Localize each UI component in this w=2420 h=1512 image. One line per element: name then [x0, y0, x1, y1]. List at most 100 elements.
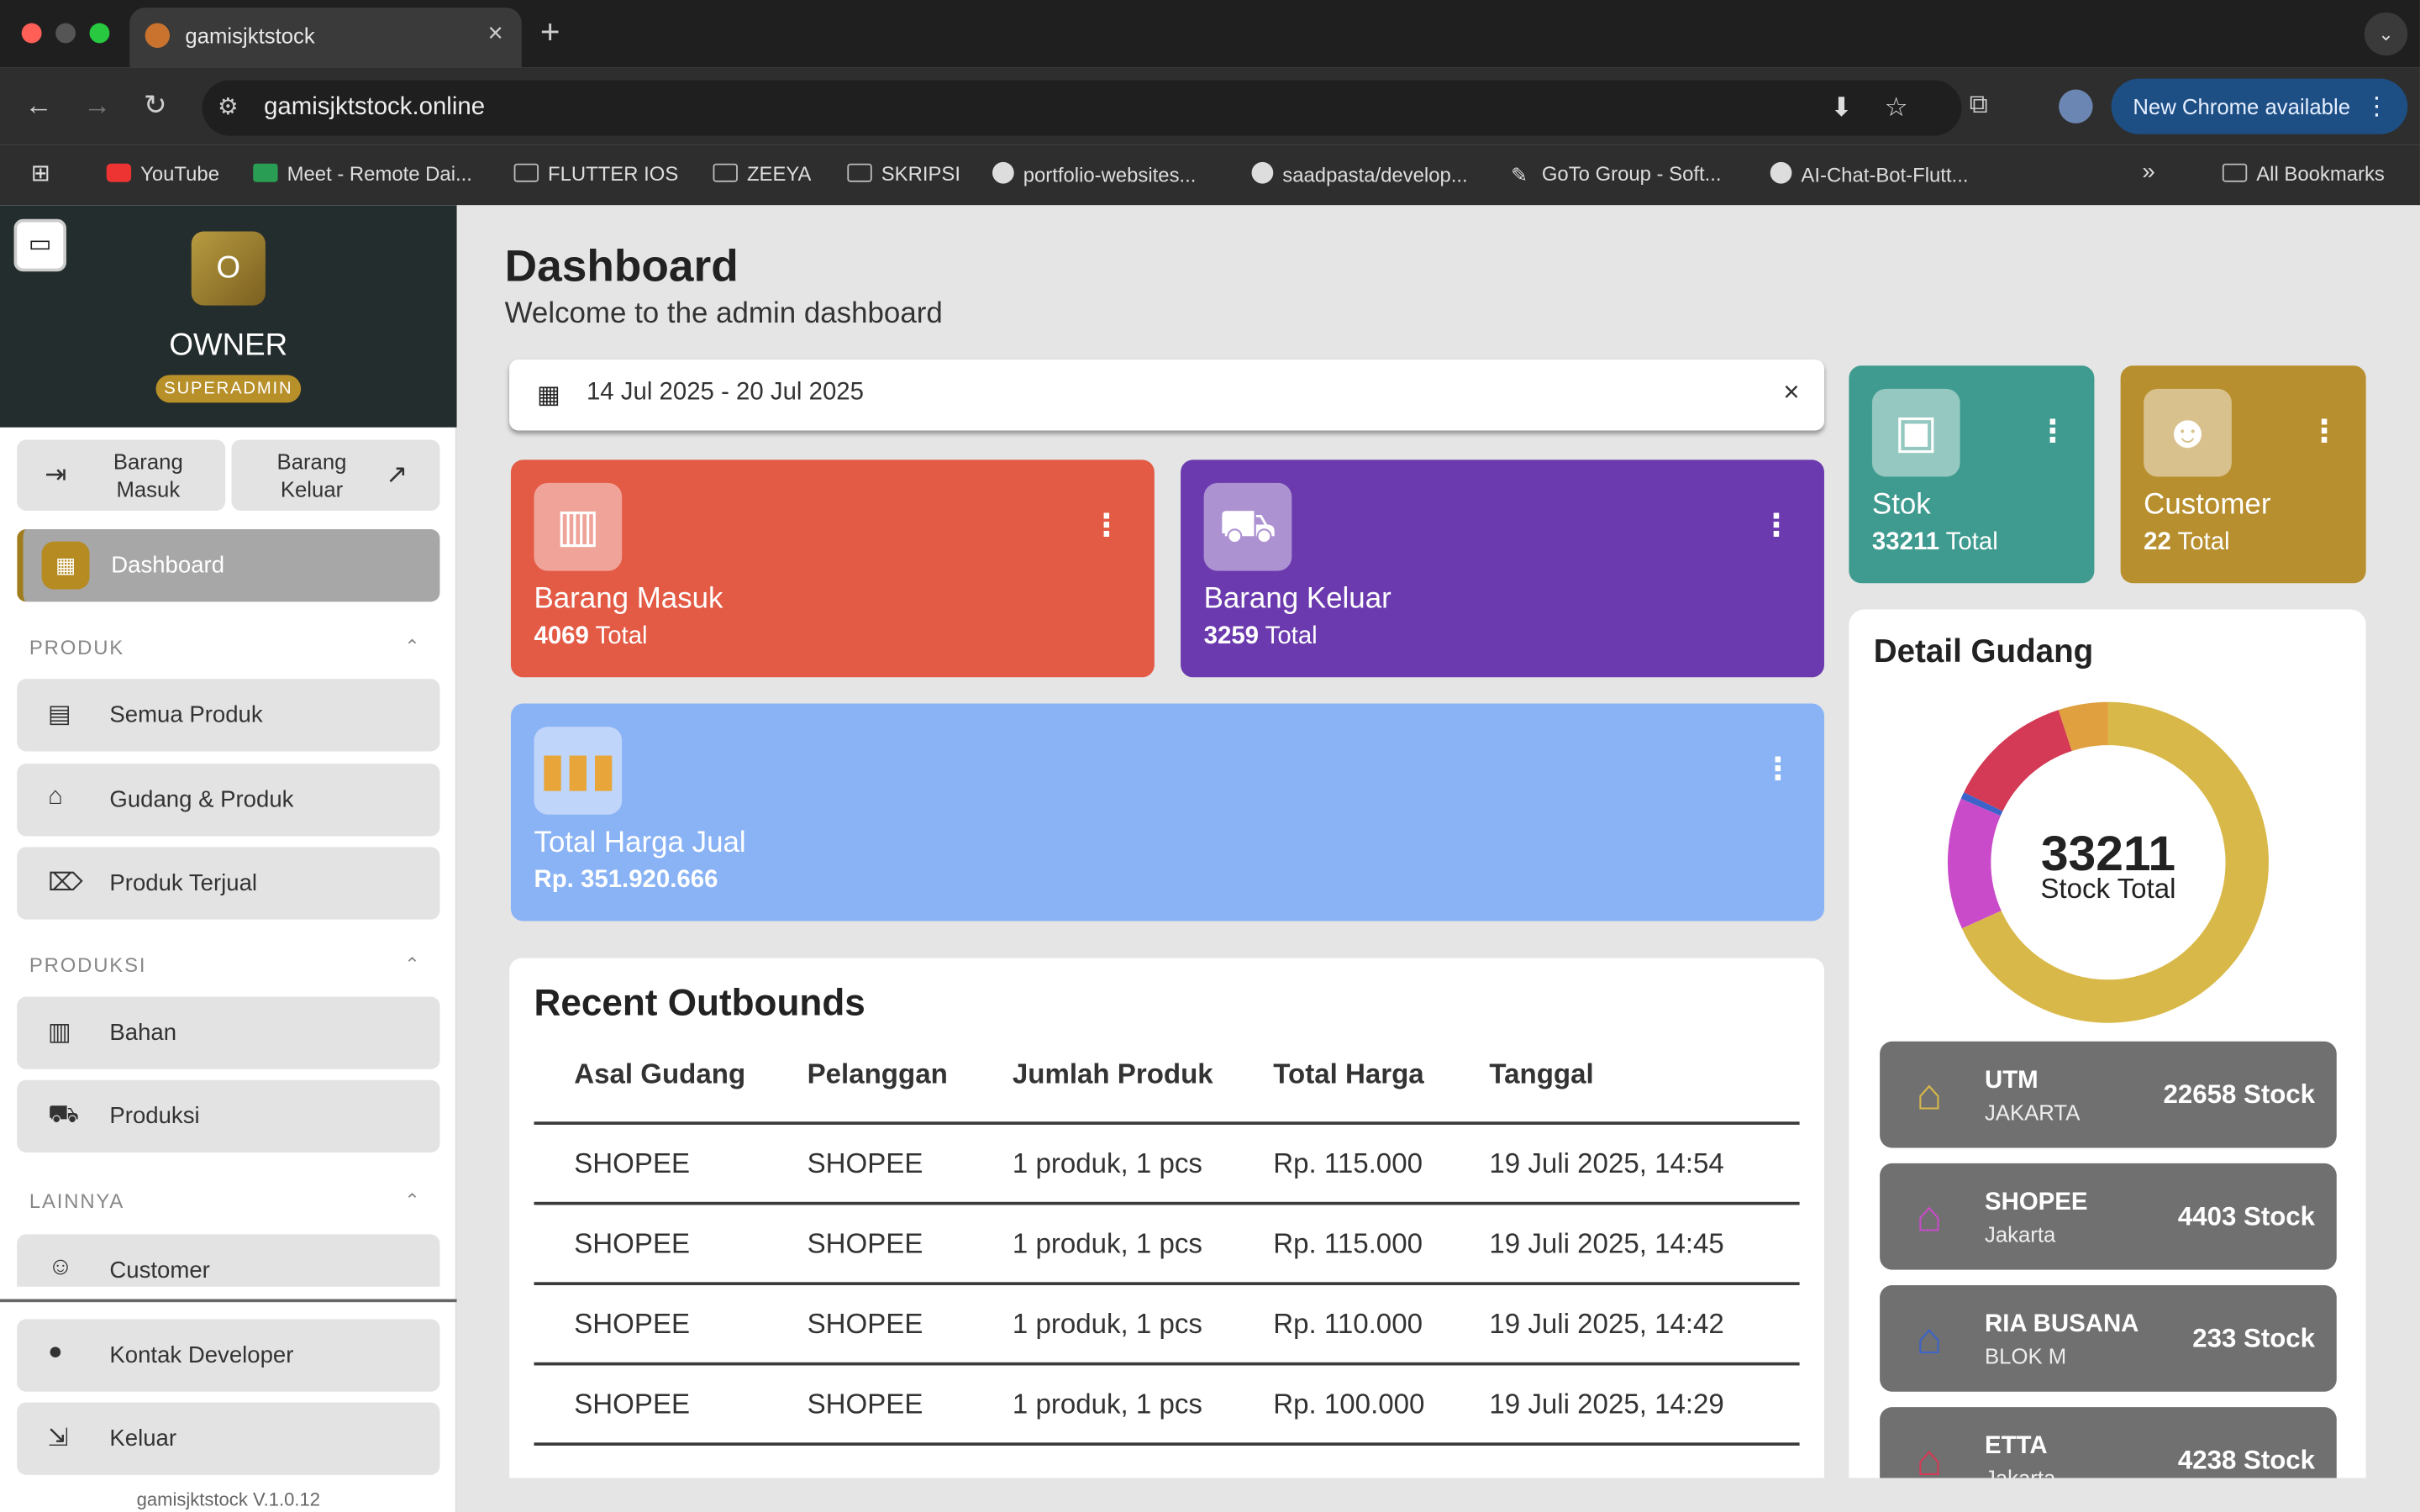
more-options-icon[interactable]: ⋮	[1763, 750, 1794, 789]
chrome-menu-icon[interactable]: ⋮	[2365, 91, 2389, 122]
bookmark-ai-chat[interactable]: AI-Chat-Bot-Flutt...	[1770, 161, 1968, 186]
warehouse-row-shopee[interactable]: ⌂ SHOPEE Jakarta 4403 Stock	[1880, 1163, 2337, 1270]
table-cell: Rp. 115.000	[1273, 1147, 1423, 1179]
chevron-up-icon[interactable]: ⌃	[404, 636, 419, 658]
address-bar[interactable]: ⚙ gamisjktstock.online ⬇ ☆	[202, 80, 1962, 136]
clear-date-icon[interactable]: ×	[1783, 376, 1799, 409]
table-cell: SHOPEE	[807, 1147, 923, 1179]
more-options-icon[interactable]: ⋮	[2037, 412, 2068, 450]
sidebar-item-kontak-developer[interactable]: ● Kontak Developer	[17, 1319, 440, 1392]
apps-grid-icon[interactable]: ⊞	[31, 159, 50, 186]
new-tab-button[interactable]: +	[540, 13, 560, 53]
warehouse-icon: ⌂	[1916, 1314, 1943, 1362]
site-info-icon[interactable]: ⚙	[218, 92, 239, 120]
table-cell: SHOPEE	[574, 1308, 691, 1340]
sidebar-item-customer[interactable]: ☺ Customer	[17, 1234, 440, 1287]
bookmark-zeeya[interactable]: ZEEYA	[713, 161, 812, 186]
warehouse-row-etta[interactable]: ⌂ ETTA Jakarta 4238 Stock	[1880, 1407, 2337, 1478]
forward-icon[interactable]: →	[83, 90, 111, 123]
extensions-icon[interactable]: ⧉	[1970, 90, 1988, 121]
new-chrome-available-button[interactable]: New Chrome available ⋮	[2111, 78, 2408, 134]
delivery-truck-icon: ⛟	[1203, 482, 1292, 571]
sidebar-toggle-icon[interactable]: ▭	[13, 218, 66, 272]
sidebar-item-keluar[interactable]: ⇲ Keluar	[17, 1402, 440, 1475]
stok-card[interactable]: ▣ ⋮ Stok 33211 Total	[1849, 365, 2095, 584]
card-value-line: 3259 Total	[1204, 623, 1318, 651]
sidebar-item-bahan[interactable]: ▥ Bahan	[17, 996, 440, 1069]
package-icon: ▣	[1871, 388, 1960, 477]
browser-tab[interactable]: gamisjktstock ×	[129, 8, 522, 68]
card-value-line: 4069 Total	[534, 623, 647, 651]
folder-icon	[513, 163, 539, 182]
install-app-icon[interactable]: ⬇	[1830, 92, 1852, 123]
column-header: Asal Gudang	[574, 1058, 746, 1089]
barang-keluar-quick-button[interactable]: Barang Keluar ↗	[231, 439, 440, 511]
tab-search-button[interactable]: ⌄	[2364, 12, 2408, 56]
sidebar-item-semua-produk[interactable]: ▤ Semua Produk	[17, 679, 440, 752]
warehouse-city: JAKARTA	[1984, 1100, 2081, 1125]
all-bookmarks[interactable]: All Bookmarks	[2222, 161, 2385, 186]
sidebar-item-produksi[interactable]: ⛟ Produksi	[17, 1079, 440, 1153]
total-harga-jual-card[interactable]: ▮▮▮ ⋮ Total Harga Jual Rp. 351.920.666	[510, 703, 1824, 921]
warehouse-row-ria-busana[interactable]: ⌂ RIA BUSANA BLOK M 233 Stock	[1880, 1284, 2337, 1392]
sidebar-item-produk-terjual[interactable]: ⌦ Produk Terjual	[17, 847, 440, 920]
minimize-window-button[interactable]	[55, 23, 76, 44]
more-options-icon[interactable]: ⋮	[1761, 506, 1792, 544]
sidebar-divider	[0, 1299, 457, 1303]
barang-masuk-card[interactable]: ▥ ⋮ Barang Masuk 4069 Total	[510, 459, 1155, 678]
bookmark-saadpasta[interactable]: saadpasta/develop...	[1251, 161, 1468, 186]
table-cell: 19 Juli 2025, 14:42	[1489, 1308, 1724, 1340]
calendar-icon: ▦	[537, 382, 560, 409]
card-unit: Total	[1265, 623, 1318, 650]
sidebar-item-dashboard[interactable]: ▦ Dashboard	[17, 528, 440, 602]
bookmark-flutter-ios[interactable]: FLUTTER IOS	[513, 162, 678, 185]
table-cell: 1 produk, 1 pcs	[1012, 1228, 1202, 1259]
bookmark-label: ZEEYA	[746, 161, 812, 186]
zoom-window-button[interactable]	[89, 23, 110, 44]
customer-person-icon: ☻	[2144, 388, 2232, 477]
sidebar-item-gudang-produk[interactable]: ⌂ Gudang & Produk	[17, 764, 440, 837]
sidebar-item-label: Gudang & Produk	[109, 786, 294, 813]
warehouse-icon: ⌂	[1916, 1070, 1943, 1119]
table-divider	[534, 1282, 1800, 1285]
bookmark-star-icon[interactable]: ☆	[1885, 92, 1908, 123]
close-window-button[interactable]	[21, 23, 42, 44]
card-title: Customer	[2144, 489, 2271, 522]
profile-avatar[interactable]	[2059, 89, 2093, 123]
chevron-up-icon[interactable]: ⌃	[404, 1189, 419, 1211]
chevron-up-icon[interactable]: ⌃	[404, 953, 419, 975]
barang-keluar-card[interactable]: ⛟ ⋮ Barang Keluar 3259 Total	[1181, 459, 1824, 678]
table-cell: 1 produk, 1 pcs	[1012, 1308, 1202, 1340]
bookmark-portfolio[interactable]: portfolio-websites...	[992, 161, 1196, 186]
reload-icon[interactable]: ↻	[144, 90, 167, 123]
tag-icon: ⌦	[47, 869, 83, 897]
detail-gudang-card: Detail Gudang 33211 Stock Total ⌂ UTM JA…	[1849, 609, 2366, 1478]
card-unit: Total	[1945, 528, 1998, 556]
bookmark-youtube[interactable]: YouTube	[106, 162, 219, 185]
user-name: OWNER	[169, 328, 288, 363]
all-bookmarks-label: All Bookmarks	[2256, 161, 2385, 186]
card-title: Total Harga Jual	[534, 827, 746, 860]
close-tab-icon[interactable]: ×	[488, 18, 503, 50]
warehouse-icon: ⌂	[47, 784, 63, 811]
bookmark-skripsi[interactable]: SKRIPSI	[847, 162, 960, 185]
more-options-icon[interactable]: ⋮	[2309, 412, 2340, 450]
back-icon[interactable]: ←	[24, 90, 52, 123]
youtube-icon	[106, 163, 132, 182]
bookmark-meet[interactable]: Meet - Remote Dai...	[253, 162, 472, 185]
table-divider	[534, 1442, 1800, 1446]
url-text[interactable]: gamisjktstock.online	[264, 94, 485, 122]
date-range-picker[interactable]: ▦ 14 Jul 2025 - 20 Jul 2025 ×	[509, 359, 1824, 431]
coins-chart-icon: ▮▮▮	[534, 727, 623, 815]
sidebar: ▭ O OWNER SUPERADMIN ⇥ Barang Masuk Bara…	[0, 205, 457, 1512]
more-options-icon[interactable]: ⋮	[1092, 506, 1123, 544]
warehouse-row-utm[interactable]: ⌂ UTM JAKARTA 22658 Stock	[1880, 1041, 2337, 1148]
table-cell: Rp. 115.000	[1273, 1228, 1423, 1259]
more-bookmarks-icon[interactable]: »	[2142, 159, 2154, 185]
customer-card[interactable]: ☻ ⋮ Customer 22 Total	[2120, 365, 2366, 584]
donut-total-label: Stock Total	[2040, 873, 2176, 905]
warehouse-icon: ⌂	[1916, 1192, 1943, 1241]
barang-masuk-quick-button[interactable]: ⇥ Barang Masuk	[17, 439, 226, 511]
layout-icon: ▥	[47, 1020, 71, 1047]
bookmark-goto[interactable]: ✎ GoTo Group - Soft...	[1511, 162, 1721, 186]
